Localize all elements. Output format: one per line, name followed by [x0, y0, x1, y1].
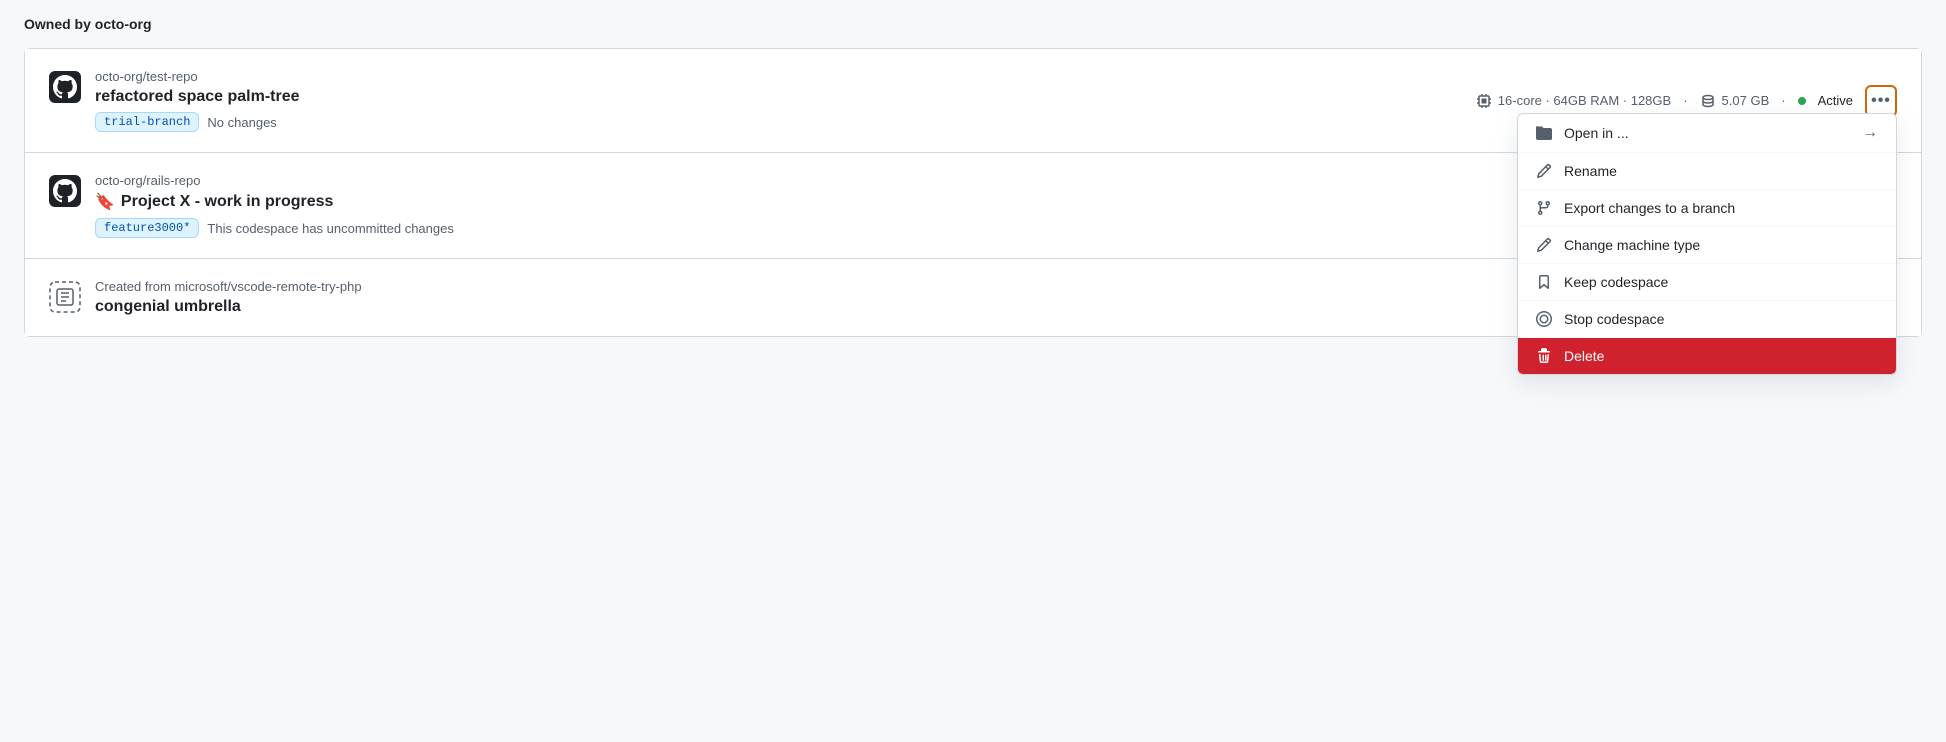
- database-icon-1: [1700, 93, 1716, 109]
- repo-name-3: Created from microsoft/vscode-remote-try…: [95, 279, 362, 294]
- stop-label: Stop codespace: [1564, 311, 1664, 327]
- branch-badge-2: feature3000*: [95, 218, 199, 238]
- codespace-info-2: octo-org/rails-repo 🔖 Project X - work i…: [95, 173, 454, 238]
- codespace-info-3: Created from microsoft/vscode-remote-try…: [95, 279, 362, 316]
- pin-icon-2: 🔖: [95, 192, 115, 212]
- dropdown-open-in[interactable]: Open in ... →: [1518, 114, 1896, 153]
- open-in-label: Open in ...: [1564, 125, 1629, 141]
- status-dot-1: [1798, 97, 1806, 105]
- changes-text-2: This codespace has uncommitted changes: [207, 221, 453, 236]
- repo-name-1: octo-org/test-repo: [95, 69, 300, 84]
- stop-icon: [1536, 311, 1552, 327]
- branch-badge-1: trial-branch: [95, 112, 199, 132]
- change-machine-label: Change machine type: [1564, 237, 1700, 253]
- dropdown-keep[interactable]: Keep codespace: [1518, 264, 1896, 301]
- dropdown-export[interactable]: Export changes to a branch: [1518, 190, 1896, 227]
- delete-label: Delete: [1564, 348, 1604, 364]
- status-text-1: Active: [1818, 93, 1853, 108]
- arrow-icon: →: [1862, 124, 1878, 142]
- codespace-name-1: refactored space palm-tree: [95, 88, 300, 106]
- pencil-icon-rename: [1536, 163, 1552, 179]
- github-icon-1: [49, 71, 81, 103]
- codespace-meta-1: trial-branch No changes: [95, 112, 300, 132]
- export-label: Export changes to a branch: [1564, 200, 1735, 216]
- dropdown-menu: Open in ... → Rename: [1517, 113, 1897, 375]
- dropdown-change-machine[interactable]: Change machine type: [1518, 227, 1896, 264]
- page-container: Owned by octo-org octo-org/test-repo ref…: [0, 0, 1946, 742]
- codespace-left-1: octo-org/test-repo refactored space palm…: [49, 69, 1476, 132]
- storage-1: 5.07 GB: [1700, 93, 1770, 109]
- specs-1: 16-core · 64GB RAM · 128GB: [1476, 93, 1671, 109]
- section-header: Owned by octo-org: [0, 0, 1946, 48]
- codespace-left-2: octo-org/rails-repo 🔖 Project X - work i…: [49, 173, 1656, 238]
- dropdown-stop[interactable]: Stop codespace: [1518, 301, 1896, 338]
- trash-icon: [1536, 348, 1552, 364]
- branch-icon: [1536, 200, 1552, 216]
- dashed-icon-3: [49, 281, 81, 313]
- changes-text-1: No changes: [207, 115, 276, 130]
- codespace-left-3: Created from microsoft/vscode-remote-try…: [49, 279, 1663, 316]
- github-icon-2: [49, 175, 81, 207]
- codespace-item-1: octo-org/test-repo refactored space palm…: [25, 49, 1921, 153]
- folder-icon: [1536, 125, 1552, 141]
- pencil-icon-machine: [1536, 237, 1552, 253]
- rename-label: Rename: [1564, 163, 1617, 179]
- codespace-meta-2: feature3000* This codespace has uncommit…: [95, 218, 454, 238]
- codespace-right-1: 16-core · 64GB RAM · 128GB · 5.07 GB · A…: [1476, 85, 1897, 117]
- ellipsis-icon-1: •••: [1871, 92, 1891, 110]
- bookmark-icon: [1536, 274, 1552, 290]
- dropdown-delete[interactable]: Delete: [1518, 338, 1896, 374]
- more-button-1[interactable]: •••: [1865, 85, 1897, 117]
- cpu-icon-1: [1476, 93, 1492, 109]
- owned-by-label: Owned by octo-org: [24, 16, 152, 32]
- dropdown-rename[interactable]: Rename: [1518, 153, 1896, 190]
- codespace-info-1: octo-org/test-repo refactored space palm…: [95, 69, 300, 132]
- keep-label: Keep codespace: [1564, 274, 1668, 290]
- codespace-list: octo-org/test-repo refactored space palm…: [24, 48, 1922, 337]
- codespace-name-2: 🔖 Project X - work in progress: [95, 192, 454, 212]
- codespace-name-3: congenial umbrella: [95, 298, 362, 316]
- repo-name-2: octo-org/rails-repo: [95, 173, 454, 188]
